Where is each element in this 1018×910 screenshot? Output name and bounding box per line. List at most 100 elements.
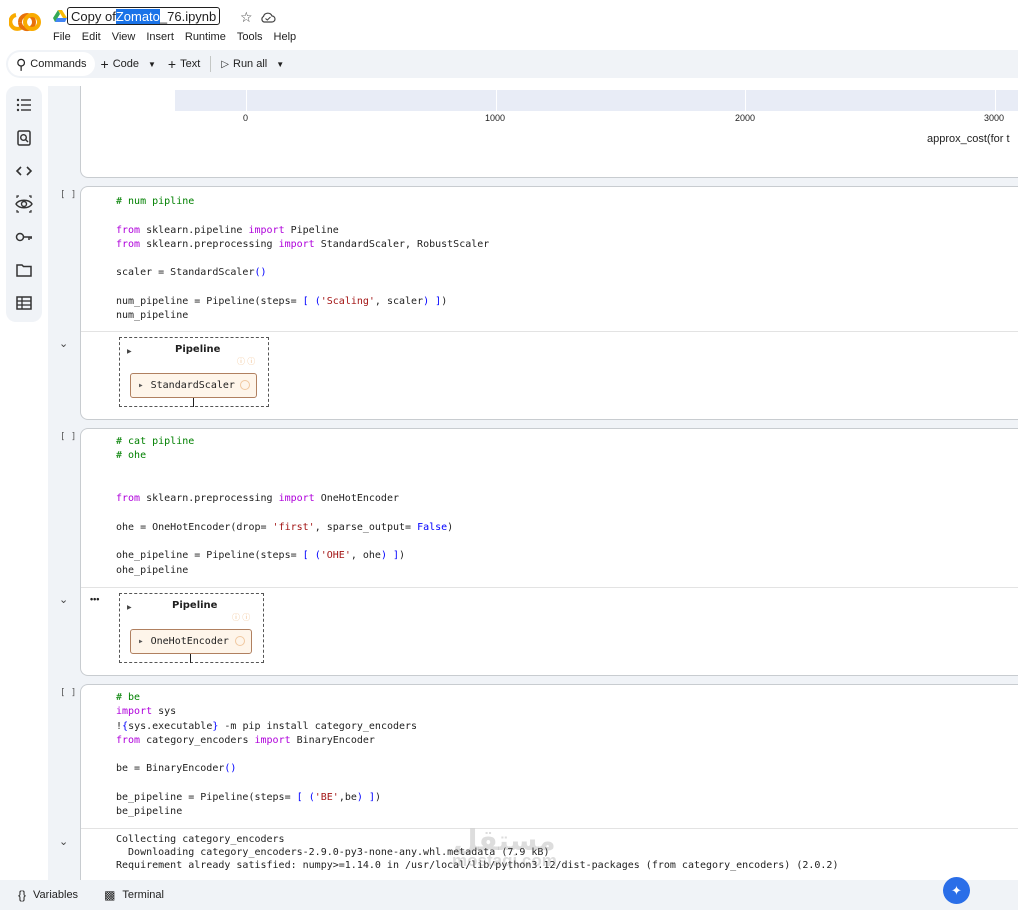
watermark-latin: mostaqi.com [452, 851, 557, 870]
output-divider [81, 331, 1018, 332]
add-code-button[interactable]: + Code ▼ [95, 51, 162, 77]
code-editor[interactable]: # be import sys !{sys.executable} -m pip… [116, 691, 417, 820]
x-tick-label: 2000 [735, 113, 756, 123]
watermark-arabic: مستقل [453, 825, 556, 856]
pipeline-step[interactable]: ▶ StandardScaler [130, 373, 257, 398]
text-label: Text [180, 58, 201, 70]
title-selected-text: Zomato [115, 8, 160, 24]
code-line: # cat pipline [116, 436, 195, 447]
pipeline-connector [190, 654, 191, 663]
info-icon[interactable] [240, 380, 250, 390]
variables-button[interactable]: {} Variables [18, 888, 78, 902]
x-axis-label: approx_cost(for t [927, 133, 1010, 145]
plus-icon: + [167, 56, 177, 72]
bottom-bar: {} Variables ▩ Terminal [0, 880, 1018, 910]
terminal-icon: ▩ [104, 888, 116, 902]
data-table-icon[interactable] [15, 294, 33, 312]
gridline [745, 90, 746, 111]
app-header: Copy of Zomato _76.ipynb ☆ File Edit View… [0, 0, 1018, 48]
plus-icon: + [100, 56, 109, 72]
left-sidebar [6, 86, 42, 322]
menu-insert[interactable]: Insert [146, 31, 174, 43]
menu-runtime[interactable]: Runtime [185, 31, 226, 43]
collapse-output-icon[interactable]: ⌄ [59, 337, 68, 350]
variables-label: Variables [33, 889, 79, 901]
play-icon: ▷ [221, 58, 229, 70]
info-icons[interactable]: ⓘ ⓘ [237, 356, 255, 367]
chart-plot-band [175, 90, 1018, 111]
table-of-contents-icon[interactable] [15, 96, 33, 114]
notebook-toolbar: ⚲ Commands + Code ▼ + Text ▷ Run all ▼ [6, 50, 1018, 78]
pipeline-connector [193, 398, 194, 407]
cloud-saved-icon[interactable] [260, 11, 276, 23]
variables-inspector-icon[interactable] [15, 195, 33, 213]
step-label: StandardScaler [150, 380, 235, 391]
expand-triangle-icon: ▶ [139, 382, 143, 389]
chevron-down-icon[interactable]: ▼ [148, 60, 156, 69]
notebook-main[interactable]: 0 1000 2000 3000 approx_cost(for t [ ] #… [48, 86, 1018, 880]
run-all-button[interactable]: ▷ Run all ▼ [215, 51, 290, 77]
step-label: OneHotEncoder [150, 636, 229, 647]
run-all-label: Run all [233, 58, 268, 70]
code-label: Code [112, 58, 139, 70]
gridline [995, 90, 996, 111]
x-tick-label: 0 [243, 113, 249, 123]
code-snippets-icon[interactable] [15, 162, 33, 180]
secrets-key-icon[interactable] [15, 228, 33, 246]
chevron-down-icon[interactable]: ▼ [276, 60, 284, 69]
pipeline-title: Pipeline [175, 344, 221, 355]
expand-triangle-icon[interactable]: ▶ [127, 604, 132, 611]
chart-area: 0 1000 2000 3000 approx_cost(for t [144, 86, 1018, 157]
expand-triangle-icon[interactable]: ▶ [127, 348, 132, 355]
code-cell-cat-pipeline[interactable]: # cat pipline # ohe from sklearn.preproc… [80, 428, 1018, 676]
pipeline-title: Pipeline [172, 600, 218, 611]
expand-triangle-icon: ▶ [139, 638, 143, 645]
star-icon[interactable]: ☆ [240, 9, 253, 26]
code-editor[interactable]: # num pipline from sklearn.pipeline impo… [116, 195, 489, 324]
output-divider [81, 587, 1018, 588]
info-icon[interactable] [235, 636, 245, 646]
pipeline-widget[interactable]: ▶ Pipeline ⓘ ⓘ ▶ StandardScaler [119, 337, 269, 407]
title-suffix: _76.ipynb [159, 8, 217, 24]
info-icons[interactable]: ⓘ ⓘ [232, 612, 250, 623]
output-line: Collecting category_encoders [116, 834, 285, 845]
collapse-output-icon[interactable]: ⌄ [59, 835, 68, 848]
code-line: # ohe [116, 450, 147, 462]
notebook-title-input[interactable]: Copy of Zomato _76.ipynb [67, 7, 221, 25]
pipeline-widget[interactable]: ▶ Pipeline ⓘ ⓘ ▶ OneHotEncoder [119, 593, 264, 663]
title-prefix: Copy of [71, 8, 116, 24]
add-text-button[interactable]: + Text [162, 51, 206, 77]
files-folder-icon[interactable] [15, 261, 33, 279]
commands-label: Commands [30, 58, 87, 70]
menu-help[interactable]: Help [274, 31, 297, 43]
menu-tools[interactable]: Tools [237, 31, 263, 43]
gemini-sparkle-icon[interactable]: ✦ [943, 877, 970, 904]
pipeline-step[interactable]: ▶ OneHotEncoder [130, 629, 252, 654]
x-tick-label: 3000 [984, 113, 1005, 123]
menu-bar: File Edit View Insert Runtime Tools Help [53, 31, 307, 43]
code-line: # num pipline [116, 196, 195, 207]
chart-output-cell[interactable]: 0 1000 2000 3000 approx_cost(for t [80, 86, 1018, 178]
google-drive-icon [53, 10, 67, 22]
menu-file[interactable]: File [53, 31, 71, 43]
braces-icon: {} [18, 888, 27, 902]
output-actions-icon[interactable]: ••• [90, 594, 99, 604]
commands-button[interactable]: ⚲ Commands [8, 52, 95, 76]
watermark: مستقل mostaqi.com [452, 825, 557, 871]
gridline [246, 90, 247, 111]
terminal-label: Terminal [122, 889, 164, 901]
code-cell-num-pipeline[interactable]: # num pipline from sklearn.pipeline impo… [80, 186, 1018, 420]
terminal-button[interactable]: ▩ Terminal [104, 888, 164, 902]
toolbar-divider [210, 56, 212, 72]
cell-run-bracket[interactable]: [ ] [60, 688, 76, 698]
menu-view[interactable]: View [112, 31, 136, 43]
code-editor[interactable]: # cat pipline # ohe from sklearn.preproc… [116, 435, 453, 578]
search-icon: ⚲ [16, 55, 27, 72]
find-icon[interactable] [15, 129, 33, 147]
colab-logo[interactable] [9, 11, 41, 33]
cell-run-bracket[interactable]: [ ] [60, 190, 76, 200]
cell-run-bracket[interactable]: [ ] [60, 432, 76, 442]
collapse-output-icon[interactable]: ⌄ [59, 593, 68, 606]
menu-edit[interactable]: Edit [82, 31, 101, 43]
code-line: # be [116, 692, 141, 703]
